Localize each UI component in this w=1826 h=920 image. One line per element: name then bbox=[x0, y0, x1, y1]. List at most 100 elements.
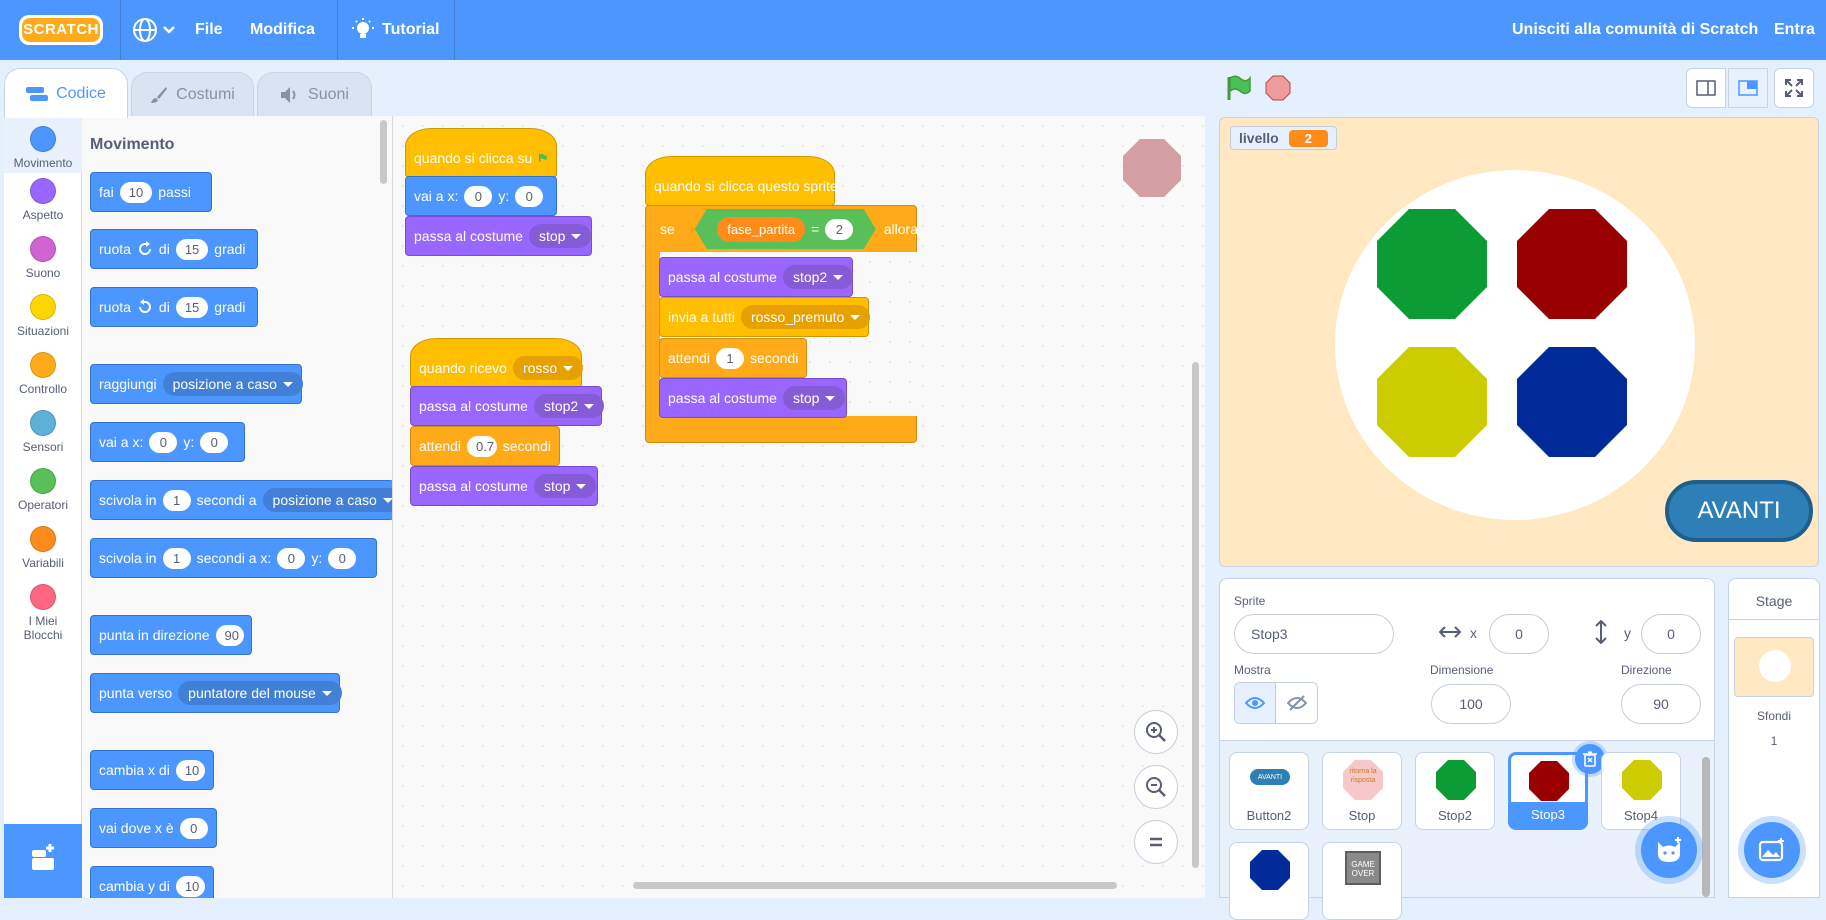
block-goto-xy[interactable]: vai a x: 0 y: 0 bbox=[405, 176, 557, 216]
block-dropdown[interactable]: stop2 bbox=[782, 265, 854, 289]
stage-thumbnail[interactable] bbox=[1734, 637, 1814, 697]
script-horizontal-scrollbar[interactable] bbox=[633, 882, 1117, 889]
category-looks[interactable]: Aspetto bbox=[4, 178, 82, 222]
block-glide-xy[interactable]: scivola in 1 secondi a x: 0 y: 0 bbox=[90, 538, 377, 578]
hide-sprite-button[interactable] bbox=[1276, 683, 1317, 723]
sprite-thumb-stop4[interactable]: Stop4 bbox=[1601, 752, 1681, 830]
tutorial-menu[interactable]: Tutorial bbox=[352, 0, 439, 60]
block-dropdown[interactable]: posizione a caso bbox=[162, 372, 303, 396]
block-dropdown[interactable]: puntatore del mouse bbox=[178, 681, 342, 705]
sign-in-link[interactable]: Entra bbox=[1774, 0, 1815, 60]
block-switch-costume[interactable]: passa al costume stop2 bbox=[659, 257, 854, 297]
normal-stage-button[interactable] bbox=[1728, 68, 1768, 108]
block-change-y[interactable]: cambia y di 10 bbox=[90, 866, 214, 898]
category-control[interactable]: Controllo bbox=[4, 352, 82, 396]
block-when-receive[interactable]: quando ricevo rosso bbox=[410, 338, 584, 388]
block-goto[interactable]: raggiungi posizione a caso bbox=[90, 364, 303, 404]
join-link[interactable]: Unisciti alla comunità di Scratch bbox=[1512, 0, 1758, 60]
block-number-input[interactable]: 0 bbox=[277, 547, 306, 569]
category-events[interactable]: Situazioni bbox=[4, 294, 82, 338]
fullscreen-button[interactable] bbox=[1774, 68, 1814, 108]
tab-sounds[interactable]: Suoni bbox=[257, 72, 372, 116]
language-menu[interactable] bbox=[132, 0, 176, 60]
block-goto-xy[interactable]: vai a x: 0 y: 0 bbox=[90, 422, 245, 462]
block-glide[interactable]: scivola in 1 secondi a posizione a caso bbox=[90, 480, 392, 520]
palette-scrollbar[interactable] bbox=[380, 120, 387, 184]
block-point-towards[interactable]: punta verso puntatore del mouse bbox=[90, 673, 342, 713]
block-number-input[interactable]: 10 bbox=[175, 875, 205, 897]
block-number-input[interactable]: 0 bbox=[328, 547, 357, 569]
sprite-thumb-blue[interactable] bbox=[1229, 842, 1309, 920]
equals-operator-block[interactable]: fase_partita = 2 bbox=[695, 209, 876, 249]
stop-icon[interactable] bbox=[1264, 74, 1292, 102]
scratch-logo[interactable]: SCRATCH bbox=[18, 13, 104, 47]
category-operators[interactable]: Operatori bbox=[4, 468, 82, 512]
variable-monitor[interactable]: livello 2 bbox=[1230, 126, 1337, 150]
block-dropdown[interactable]: stop bbox=[528, 224, 592, 248]
file-menu[interactable]: File bbox=[195, 0, 223, 60]
block-number-input[interactable]: 0 bbox=[464, 185, 493, 207]
block-point-direction[interactable]: punta in direzione 90 bbox=[90, 615, 252, 655]
choose-backdrop-button[interactable] bbox=[1744, 822, 1800, 878]
sprite-thumb-stop[interactable]: ritorna la risposta Stop bbox=[1322, 752, 1402, 830]
green-flag-icon[interactable] bbox=[1224, 74, 1252, 102]
variable-reporter[interactable]: fase_partita bbox=[717, 217, 805, 242]
block-when-flag-clicked[interactable]: quando si clicca su bbox=[405, 128, 557, 178]
add-extension-button[interactable] bbox=[4, 824, 82, 898]
block-number-input[interactable]: 0.7 bbox=[467, 435, 497, 457]
block-turn-left[interactable]: ruota di 15 gradi bbox=[90, 287, 258, 327]
block-number-input[interactable]: 0 bbox=[515, 185, 544, 207]
tab-code[interactable]: Codice bbox=[4, 68, 128, 118]
block-wait[interactable]: attendi 0.7 secondi bbox=[410, 426, 560, 466]
zoom-reset-button[interactable] bbox=[1134, 820, 1178, 864]
direction-input[interactable]: 90 bbox=[1621, 684, 1701, 724]
block-move-steps[interactable]: fai 10 passi bbox=[90, 172, 212, 212]
block-broadcast[interactable]: invia a tutti rosso_premuto bbox=[659, 297, 871, 337]
block-switch-costume[interactable]: passa al costume stop bbox=[405, 216, 592, 256]
y-position-input[interactable]: 0 bbox=[1641, 614, 1701, 654]
block-number-input[interactable]: 1 bbox=[162, 547, 191, 569]
category-my-blocks[interactable]: I Miei Blocchi bbox=[4, 584, 82, 642]
choose-sprite-button[interactable] bbox=[1641, 822, 1697, 878]
category-motion[interactable]: Movimento bbox=[4, 118, 82, 173]
block-number-input[interactable]: 0 bbox=[200, 431, 229, 453]
script-area[interactable]: quando si clicca su vai a x: 0 y: 0 pass… bbox=[393, 116, 1205, 898]
edit-menu[interactable]: Modifica bbox=[250, 0, 315, 60]
sprite-thumb-stop2[interactable]: Stop2 bbox=[1415, 752, 1495, 830]
zoom-in-button[interactable] bbox=[1134, 710, 1178, 754]
show-sprite-button[interactable] bbox=[1235, 683, 1277, 723]
block-dropdown[interactable]: rosso bbox=[512, 356, 584, 380]
block-number-input[interactable]: 0 bbox=[179, 817, 208, 839]
category-variables[interactable]: Variabili bbox=[4, 526, 82, 570]
block-number-input[interactable]: 2 bbox=[825, 219, 853, 240]
block-switch-costume[interactable]: passa al costume stop bbox=[410, 466, 598, 506]
tab-costumes[interactable]: Costumi bbox=[131, 72, 254, 116]
size-input[interactable]: 100 bbox=[1431, 684, 1511, 724]
block-dropdown[interactable]: stop bbox=[782, 386, 846, 410]
small-stage-button[interactable] bbox=[1686, 68, 1726, 108]
sprite-list-scrollbar[interactable] bbox=[1702, 757, 1710, 897]
category-sound[interactable]: Suono bbox=[4, 236, 82, 280]
stage-canvas[interactable]: livello 2 AVANTI bbox=[1219, 117, 1819, 567]
block-number-input[interactable]: 0 bbox=[149, 431, 178, 453]
block-wait[interactable]: attendi 1 secondi bbox=[659, 338, 807, 378]
block-dropdown[interactable]: stop bbox=[533, 474, 597, 498]
sprite-thumb-button2[interactable]: AVANTI Button2 bbox=[1229, 752, 1309, 830]
block-dropdown[interactable]: posizione a caso bbox=[262, 488, 392, 512]
block-number-input[interactable]: 10 bbox=[119, 181, 153, 203]
sprite-name-input[interactable]: Stop3 bbox=[1234, 614, 1394, 654]
category-sensing[interactable]: Sensori bbox=[4, 410, 82, 454]
block-number-input[interactable]: 10 bbox=[175, 759, 205, 781]
block-dropdown[interactable]: rosso_premuto bbox=[740, 305, 871, 329]
script-vertical-scrollbar[interactable] bbox=[1192, 362, 1199, 868]
block-number-input[interactable]: 1 bbox=[716, 347, 745, 369]
block-switch-costume[interactable]: passa al costume stop2 bbox=[410, 386, 605, 426]
block-switch-costume[interactable]: passa al costume stop bbox=[659, 378, 847, 418]
x-position-input[interactable]: 0 bbox=[1489, 614, 1549, 654]
block-number-input[interactable]: 90 bbox=[215, 624, 244, 646]
block-when-sprite-clicked[interactable]: quando si clicca questo sprite bbox=[645, 156, 838, 206]
block-dropdown[interactable]: stop2 bbox=[533, 394, 605, 418]
zoom-out-button[interactable] bbox=[1134, 765, 1178, 809]
block-number-input[interactable]: 15 bbox=[175, 296, 209, 318]
block-number-input[interactable]: 1 bbox=[162, 489, 191, 511]
